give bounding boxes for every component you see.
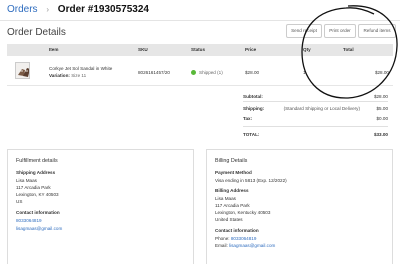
contact-email-link[interactable]: lisagmaas@gmail.com <box>16 226 62 231</box>
subtotal-label: Subtotal: <box>243 94 263 99</box>
contact-heading: Contact information <box>16 210 60 215</box>
status-dot-icon <box>191 70 196 75</box>
billing-country: United States <box>215 217 243 222</box>
total-value: $33.00 <box>373 132 388 137</box>
status-badge: Shipped (1) <box>191 70 223 75</box>
fulfillment-title: Fulfillment details <box>16 158 58 164</box>
billing-address-heading: Billing Address <box>215 188 249 193</box>
billing-email-link[interactable]: lisagmaas@gmail.com <box>229 243 275 248</box>
table-row: Corkye Jet Sol Sandal in White Variation… <box>7 58 393 86</box>
send-receipt-button[interactable]: Send receipt <box>286 24 322 38</box>
contact-phone-link[interactable]: 8033064819 <box>16 218 42 223</box>
variation-label: Variation: <box>49 73 70 78</box>
shipping-country: US <box>16 199 23 204</box>
header-price: Price <box>245 47 257 52</box>
total-label: TOTAL: <box>243 132 260 137</box>
billing-title: Billing Details <box>215 158 248 164</box>
fulfillment-details-card: Fulfillment details Shipping Address Lis… <box>7 149 194 264</box>
shipping-label: Shipping: <box>243 106 265 111</box>
billing-phone-label: Phone: <box>215 236 230 241</box>
shipping-street: 117 Arcadia Park <box>16 185 51 190</box>
print-order-button[interactable]: Print order <box>324 24 356 38</box>
variation-value: Size 11 <box>71 73 87 78</box>
product-total: $28.00 <box>374 70 389 75</box>
header-qty: Qty <box>303 47 311 52</box>
billing-city: Lexington, Kentucky 40503 <box>215 210 271 215</box>
refund-items-button[interactable]: Refund items <box>358 24 396 38</box>
order-number-heading: Order #1930575324 <box>57 4 149 15</box>
shipping-value: $5.00 <box>376 106 389 111</box>
header-total: Total <box>343 47 354 52</box>
shipping-name: Lisa Maas <box>16 178 37 183</box>
product-name: Corkye Jet Sol Sandal in White <box>49 66 113 71</box>
header-status: Status <box>191 47 206 52</box>
billing-name: Lisa Maas <box>215 196 236 201</box>
shipping-method: (Standard Shipping or Local Delivery) <box>283 106 360 111</box>
billing-phone-row: Phone: 8033064819 <box>215 236 256 241</box>
items-table-header: Item SKU Status Price Qty Total <box>7 44 393 56</box>
payment-method-heading: Payment Method <box>215 170 252 175</box>
summary-divider <box>243 126 388 127</box>
billing-email-row: Email: lisagmaas@gmail.com <box>215 243 275 248</box>
breadcrumb: Orders › Order #1930575324 <box>7 4 149 15</box>
page-title: Order Details <box>7 27 66 38</box>
summary-divider <box>243 101 388 102</box>
header-item: Item <box>49 47 59 52</box>
tax-label: Tax: <box>243 116 253 121</box>
breadcrumb-separator: › <box>46 5 50 14</box>
header-sku: SKU <box>138 47 148 52</box>
product-sku: 8026161457/20 <box>138 70 170 75</box>
subtotal-value: $28.00 <box>373 94 388 99</box>
product-thumbnail[interactable] <box>15 62 30 79</box>
status-text: Shipped (1) <box>199 70 223 75</box>
product-qty: 1 <box>303 70 306 75</box>
product-price: $28.00 <box>245 70 260 75</box>
payment-method-value: Visa ending in 5813 (Exp. 12/2022) <box>215 178 287 183</box>
billing-email-label: Email: <box>215 243 228 248</box>
header-divider <box>0 20 400 21</box>
billing-street: 117 Arcadia Park <box>215 203 250 208</box>
tax-value: $0.00 <box>376 116 389 121</box>
shipping-city: Lexington, KY 40503 <box>16 192 59 197</box>
shipping-address-heading: Shipping Address <box>16 170 56 175</box>
billing-details-card: Billing Details Payment Method Visa endi… <box>206 149 393 264</box>
billing-contact-heading: Contact information <box>215 228 259 233</box>
product-variation: Variation: Size 11 <box>49 73 86 78</box>
breadcrumb-orders-link[interactable]: Orders <box>7 4 38 15</box>
billing-phone-link[interactable]: 8033064819 <box>231 236 257 241</box>
